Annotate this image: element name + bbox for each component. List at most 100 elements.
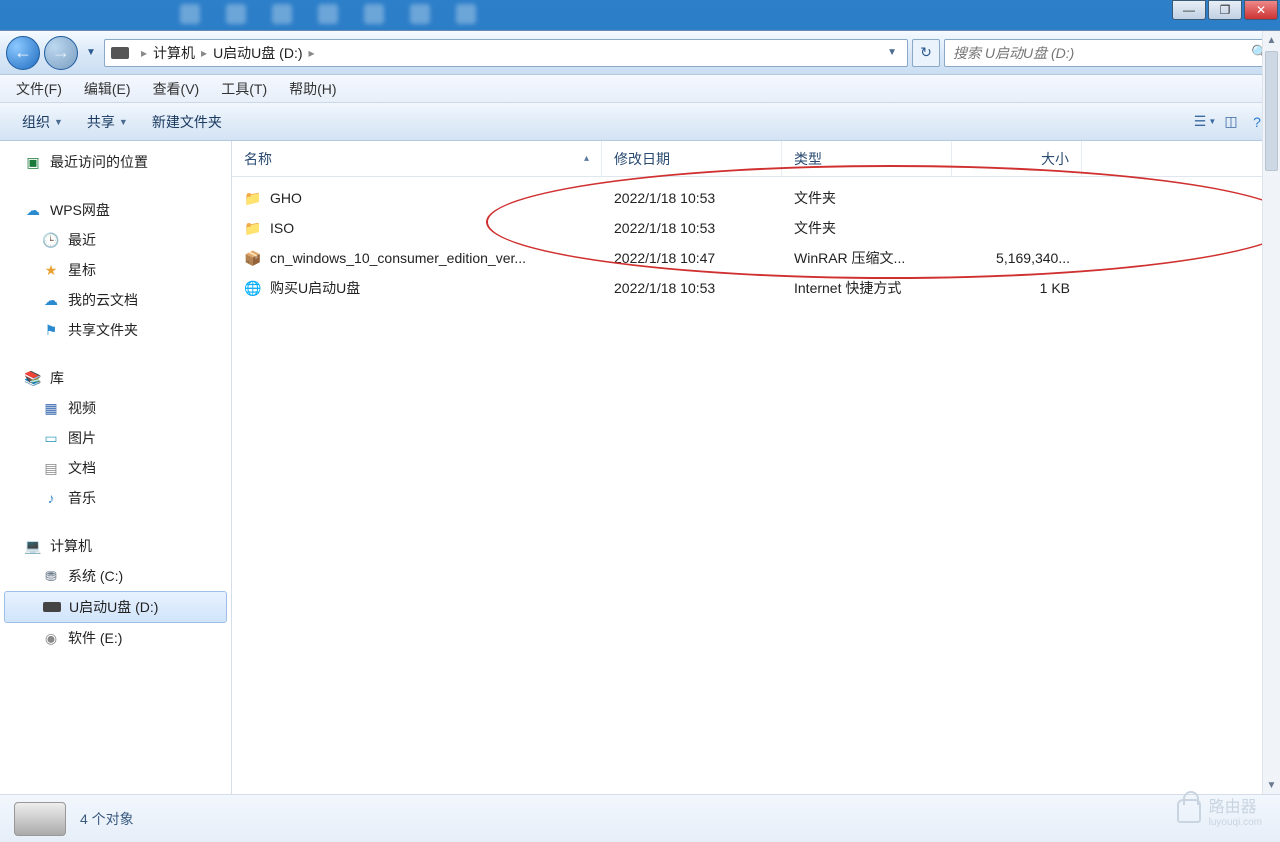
- organize-button[interactable]: 组织▼: [12, 109, 73, 135]
- explorer-window: ← → ▼ ▸ 计算机 ▸ U启动U盘 (D:) ▸ ▼ ↻ 🔍 文件(F) 编…: [0, 30, 1280, 842]
- usb-icon: [43, 598, 61, 616]
- back-button[interactable]: ←: [6, 36, 40, 70]
- file-row[interactable]: 🌐 购买U启动U盘 2022/1/18 10:53Internet 快捷方式1 KB: [232, 273, 1280, 303]
- sidebar-item-recent[interactable]: ▣最近访问的位置: [0, 147, 231, 177]
- file-name: 购买U启动U盘: [270, 278, 360, 298]
- refresh-button[interactable]: ↻: [912, 39, 940, 67]
- file-name: GHO: [270, 190, 302, 206]
- sidebar-item-videos[interactable]: ▦视频: [0, 393, 231, 423]
- navigation-pane: ▣最近访问的位置 ☁WPS网盘 🕒最近 ★星标 ☁我的云文档 ⚑共享文件夹 📚库…: [0, 141, 232, 794]
- vertical-scrollbar[interactable]: ▲ ▼: [1262, 31, 1280, 794]
- history-dropdown[interactable]: ▼: [82, 43, 100, 63]
- file-date: 2022/1/18 10:53: [602, 280, 782, 296]
- status-count: 4 个对象: [80, 809, 134, 829]
- file-name: cn_windows_10_consumer_edition_ver...: [270, 250, 526, 266]
- breadcrumb-sep: ▸: [309, 46, 315, 60]
- search-box[interactable]: 🔍: [944, 39, 1274, 67]
- sidebar-item-documents[interactable]: ▤文档: [0, 453, 231, 483]
- sidebar-item-drive-d[interactable]: U启动U盘 (D:): [4, 591, 227, 623]
- library-icon: 📚: [24, 369, 42, 387]
- folder-icon: 📁: [244, 189, 262, 207]
- forward-button[interactable]: →: [44, 36, 78, 70]
- file-type: Internet 快捷方式: [782, 278, 952, 298]
- file-row[interactable]: 📁 GHO 2022/1/18 10:53文件夹: [232, 183, 1280, 213]
- file-date: 2022/1/18 10:53: [602, 190, 782, 206]
- nav-bar: ← → ▼ ▸ 计算机 ▸ U启动U盘 (D:) ▸ ▼ ↻ 🔍: [0, 31, 1280, 75]
- sidebar-item-wps-shared[interactable]: ⚑共享文件夹: [0, 315, 231, 345]
- toolbar: 组织▼ 共享▼ 新建文件夹 ☰▼ ◫ ?: [0, 103, 1280, 141]
- picture-icon: ▭: [42, 429, 60, 447]
- document-icon: ▤: [42, 459, 60, 477]
- disc-icon: ◉: [42, 629, 60, 647]
- sidebar-item-wps[interactable]: ☁WPS网盘: [0, 195, 231, 225]
- video-icon: ▦: [42, 399, 60, 417]
- address-bar[interactable]: ▸ 计算机 ▸ U启动U盘 (D:) ▸ ▼: [104, 39, 908, 67]
- new-folder-button[interactable]: 新建文件夹: [142, 109, 232, 135]
- rar-icon: 📦: [244, 249, 262, 267]
- music-icon: ♪: [42, 489, 60, 507]
- breadcrumb-sep: ▸: [201, 46, 207, 60]
- window-controls: — ❐ ✕: [1172, 0, 1280, 22]
- menu-bar: 文件(F) 编辑(E) 查看(V) 工具(T) 帮助(H): [0, 75, 1280, 103]
- sidebar-item-pictures[interactable]: ▭图片: [0, 423, 231, 453]
- close-button[interactable]: ✕: [1244, 0, 1278, 20]
- column-date[interactable]: 修改日期: [602, 141, 782, 176]
- recent-icon: ▣: [24, 153, 42, 171]
- maximize-button[interactable]: ❐: [1208, 0, 1242, 20]
- drive-icon: ⛃: [42, 567, 60, 585]
- explorer-body: ▣最近访问的位置 ☁WPS网盘 🕒最近 ★星标 ☁我的云文档 ⚑共享文件夹 📚库…: [0, 141, 1280, 794]
- breadcrumb-root[interactable]: 计算机: [153, 43, 195, 63]
- sidebar-item-computer[interactable]: 💻计算机: [0, 531, 231, 561]
- address-dropdown-icon[interactable]: ▼: [881, 47, 903, 58]
- clock-icon: 🕒: [42, 231, 60, 249]
- menu-file[interactable]: 文件(F): [16, 79, 62, 99]
- file-size: 5,169,340...: [952, 250, 1082, 266]
- scroll-thumb[interactable]: [1265, 51, 1278, 171]
- search-input[interactable]: [945, 45, 1247, 61]
- file-type: 文件夹: [782, 188, 952, 208]
- breadcrumb-drive[interactable]: U启动U盘 (D:): [213, 43, 302, 63]
- file-date: 2022/1/18 10:53: [602, 220, 782, 236]
- share-button[interactable]: 共享▼: [77, 109, 138, 135]
- menu-edit[interactable]: 编辑(E): [84, 79, 131, 99]
- scroll-down-arrow[interactable]: ▼: [1263, 776, 1280, 794]
- lock-icon: [1177, 799, 1201, 823]
- breadcrumb-sep: ▸: [141, 46, 147, 60]
- sidebar-item-drive-c[interactable]: ⛃系统 (C:): [0, 561, 231, 591]
- cloud-icon: ☁: [42, 291, 60, 309]
- view-options-button[interactable]: ☰▼: [1194, 113, 1216, 131]
- star-icon: ★: [42, 261, 60, 279]
- file-row[interactable]: 📁 ISO 2022/1/18 10:53文件夹: [232, 213, 1280, 243]
- scroll-up-arrow[interactable]: ▲: [1263, 31, 1280, 49]
- menu-tools[interactable]: 工具(T): [221, 79, 267, 99]
- url-icon: 🌐: [244, 279, 262, 297]
- sidebar-item-music[interactable]: ♪音乐: [0, 483, 231, 513]
- menu-view[interactable]: 查看(V): [153, 79, 200, 99]
- sidebar-item-wps-mydocs[interactable]: ☁我的云文档: [0, 285, 231, 315]
- minimize-button[interactable]: —: [1172, 0, 1206, 20]
- sidebar-item-drive-e[interactable]: ◉软件 (E:): [0, 623, 231, 653]
- file-row[interactable]: 📦 cn_windows_10_consumer_edition_ver... 20…: [232, 243, 1280, 273]
- drive-large-icon: [14, 802, 66, 836]
- sidebar-item-wps-recent[interactable]: 🕒最近: [0, 225, 231, 255]
- file-name: ISO: [270, 220, 294, 236]
- status-bar: 4 个对象: [0, 794, 1280, 842]
- cloud-icon: ☁: [24, 201, 42, 219]
- file-list-pane: 名称▴ 修改日期 类型 大小 📁GHO2022/1/18 10:53文件夹📁IS…: [232, 141, 1280, 794]
- preview-pane-button[interactable]: ◫: [1220, 113, 1242, 131]
- file-type: WinRAR 压缩文...: [782, 248, 952, 268]
- menu-help[interactable]: 帮助(H): [289, 79, 336, 99]
- sidebar-item-wps-star[interactable]: ★星标: [0, 255, 231, 285]
- file-size: 1 KB: [952, 280, 1082, 296]
- watermark: 路由器luyouqi.com: [1177, 793, 1262, 828]
- computer-icon: 💻: [24, 537, 42, 555]
- column-name[interactable]: 名称▴: [232, 141, 602, 176]
- sidebar-item-libraries[interactable]: 📚库: [0, 363, 231, 393]
- column-size[interactable]: 大小: [952, 141, 1082, 176]
- file-type: 文件夹: [782, 218, 952, 238]
- folder-icon: 📁: [244, 219, 262, 237]
- share-icon: ⚑: [42, 321, 60, 339]
- drive-icon: [111, 47, 129, 59]
- file-date: 2022/1/18 10:47: [602, 250, 782, 266]
- column-type[interactable]: 类型: [782, 141, 952, 176]
